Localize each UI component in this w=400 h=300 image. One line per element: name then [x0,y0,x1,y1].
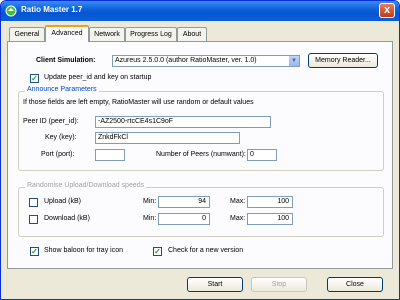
download-min-field[interactable]: 0 [158,213,210,225]
upload-label: Upload (kB) [44,198,81,205]
announce-parameters-group: Announce Parameters If those fields are … [18,86,384,171]
tab-network[interactable]: Network [89,27,125,41]
update-peer-checkbox[interactable]: ✓ [30,74,39,83]
client-simulation-value: Azureus 2.5.0.0 (author RatioMaster, ver… [115,57,257,64]
randomise-speeds-title: Randomise Upload/Download speeds [25,182,147,189]
client-simulation-select[interactable]: Azureus 2.5.0.0 (author RatioMaster, ver… [112,55,300,67]
title-bar[interactable]: Ratio Master 1.7 x [1,1,399,21]
numwant-field[interactable]: 0 [247,149,277,161]
announce-note: If those fields are left empty, RatioMas… [23,99,254,106]
numwant-label: Number of Peers (numwant): [156,151,246,158]
tab-about[interactable]: About [177,27,207,41]
close-window-button[interactable]: x [379,3,395,18]
port-label: Port (port): [41,151,75,158]
check-version-checkbox[interactable]: ✓ [153,247,162,256]
peer-id-label: Peer ID (peer_id): [23,118,79,125]
app-icon [5,5,17,17]
upload-checkbox[interactable] [29,198,38,207]
download-min-label: Min: [143,215,157,222]
advanced-panel: Client Simulation: Azureus 2.5.0.0 (auth… [7,41,393,269]
download-max-field[interactable]: 100 [247,213,293,225]
upload-max-field[interactable]: 100 [247,196,293,208]
show-balloon-label: Show baloon for tray icon [44,247,123,254]
stop-button[interactable]: Stop [251,277,307,292]
close-button[interactable]: Close [327,277,383,292]
window-title: Ratio Master 1.7 [21,5,83,14]
memory-reader-button[interactable]: Memory Reader... [308,53,378,68]
app-window: Ratio Master 1.7 x General Advanced Netw… [0,0,400,300]
check-version-label: Check for a new version [168,247,244,254]
show-balloon-checkbox[interactable]: ✓ [30,247,39,256]
key-field[interactable]: ZnkdFkCl [95,132,240,144]
announce-parameters-title: Announce Parameters [25,86,99,93]
update-peer-label: Update peer_id and key on startup [44,74,152,81]
tab-progress-log[interactable]: Progress Log [125,27,177,41]
download-label: Download (kB) [44,215,90,222]
port-field[interactable] [95,149,125,161]
upload-min-label: Min: [143,198,157,205]
tab-advanced[interactable]: Advanced [45,25,89,42]
download-checkbox[interactable] [29,215,38,224]
client-simulation-label: Client Simulation: [36,57,96,64]
randomise-speeds-group: Randomise Upload/Download speeds Upload … [18,182,384,237]
download-max-label: Max: [230,215,246,222]
chevron-down-icon[interactable]: ▼ [288,56,299,66]
start-button[interactable]: Start [187,277,243,292]
upload-min-field[interactable]: 94 [158,196,210,208]
key-label: Key (key): [45,134,77,141]
tab-general[interactable]: General [9,27,45,41]
peer-id-field[interactable]: -AZ2500-rtcCE4s1C9oF [95,116,271,128]
upload-max-label: Max: [230,198,246,205]
